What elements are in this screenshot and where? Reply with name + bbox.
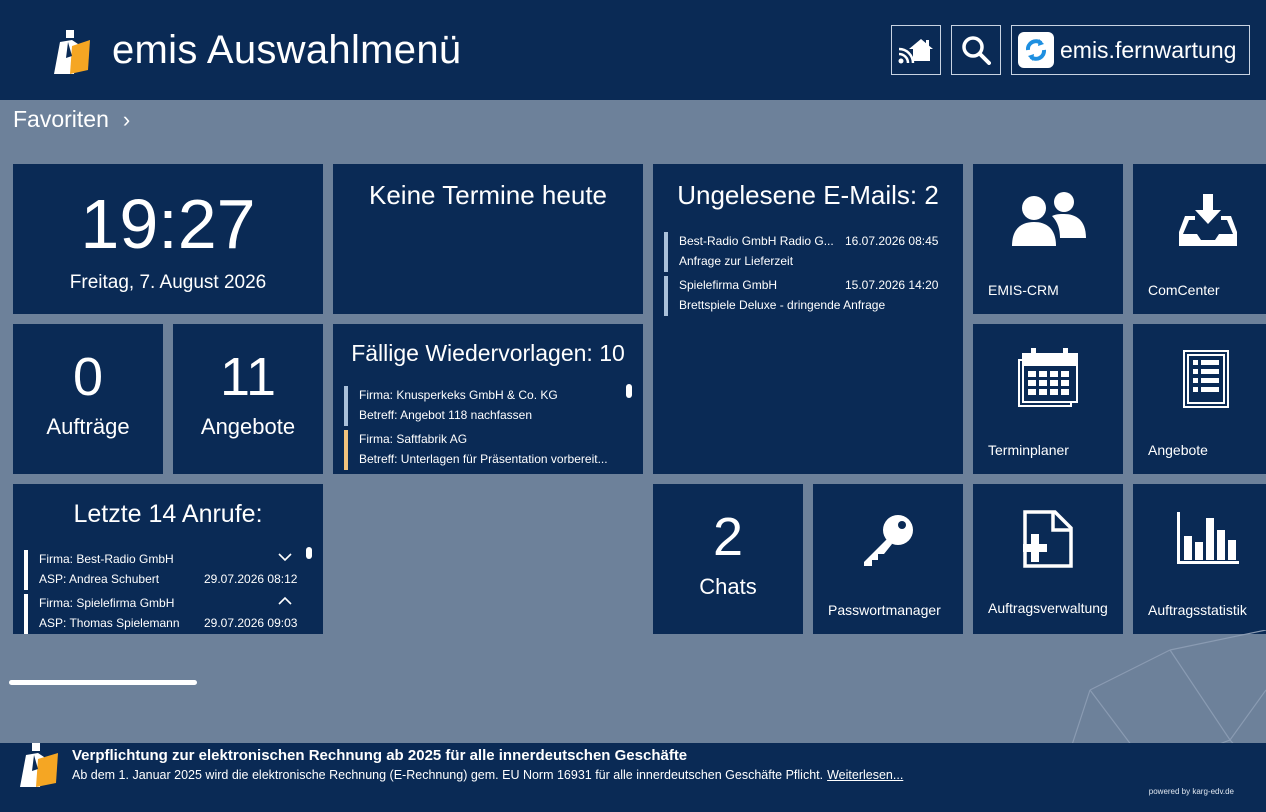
emis-logo-icon xyxy=(20,743,58,787)
app-tile-passwortmanager[interactable]: Passwortmanager xyxy=(813,484,963,634)
email-subject: Anfrage zur Lieferzeit xyxy=(679,254,794,268)
news-text: Ab dem 1. Januar 2025 wird die elektroni… xyxy=(72,768,903,782)
appointments-tile[interactable]: Keine Termine heute xyxy=(333,164,643,314)
remote-support-button[interactable]: emis.fernwartung xyxy=(1011,25,1250,75)
followup-item-marker xyxy=(344,386,348,426)
emis-logo-icon xyxy=(54,30,90,74)
app-tile-terminplaner[interactable]: Terminplaner xyxy=(973,324,1123,474)
call-company: Firma: Spielefirma GmbH xyxy=(39,596,175,610)
chats-tile[interactable]: 2 Chats xyxy=(653,484,803,634)
quotes-count: 11 xyxy=(219,347,277,407)
app-tile-label: ComCenter xyxy=(1148,282,1220,298)
app-tile-label: Angebote xyxy=(1148,442,1208,458)
call-item-marker xyxy=(24,594,28,634)
chevron-down-icon[interactable] xyxy=(278,552,292,562)
quotes-label: Angebote xyxy=(200,414,296,439)
call-item[interactable]: Firma: Best-Radio GmbH ASP: Andrea Schub… xyxy=(24,550,304,590)
remote-home-button[interactable] xyxy=(891,25,941,75)
emails-title: Ungelesene E-Mails: 2 xyxy=(677,180,939,210)
document-list-icon xyxy=(1183,350,1229,408)
bar-chart-icon xyxy=(1177,512,1239,564)
favorites-label: Favoriten xyxy=(13,106,109,132)
followup-item[interactable]: Firma: Knusperkeks GmbH & Co. KG Betreff… xyxy=(344,386,624,426)
clock-time: 19:27 xyxy=(80,185,256,263)
quotes-tile[interactable]: 11 Angebote xyxy=(173,324,323,474)
app-tile-label: Auftragsverwaltung xyxy=(988,600,1108,616)
horizontal-scrollbar[interactable] xyxy=(9,680,197,685)
emails-tile[interactable]: Ungelesene E-Mails: 2 Best-Radio GmbH Ra… xyxy=(653,164,963,474)
app-tile-comcenter[interactable]: ComCenter xyxy=(1133,164,1266,314)
appointments-title: Keine Termine heute xyxy=(368,180,607,210)
app-tile-label: Terminplaner xyxy=(988,442,1069,458)
remote-support-icon xyxy=(1018,32,1054,68)
clock-tile: 19:27 Freitag, 7. August 2026 xyxy=(13,164,323,314)
new-document-icon xyxy=(1023,510,1073,568)
followup-company: Firma: Saftfabrik AG xyxy=(359,432,468,446)
app-tile-auftragsstatistik[interactable]: Auftragsstatistik xyxy=(1133,484,1266,634)
app-tile-label: Auftragsstatistik xyxy=(1148,602,1247,618)
chevron-right-icon: › xyxy=(122,106,131,132)
call-contact: ASP: Thomas Spielemann xyxy=(39,616,180,630)
followup-company: Firma: Knusperkeks GmbH & Co. KG xyxy=(359,388,558,402)
app-tile-label: Passwortmanager xyxy=(828,602,941,618)
news-body: Ab dem 1. Januar 2025 wird die elektroni… xyxy=(72,768,824,782)
followup-item[interactable]: Firma: Saftfabrik AG Betreff: Unterlagen… xyxy=(344,430,624,470)
calendar-icon xyxy=(1018,348,1078,407)
news-title: Verpflichtung zur elektronischen Rechnun… xyxy=(72,747,688,764)
call-item[interactable]: Firma: Spielefirma GmbH ASP: Thomas Spie… xyxy=(24,594,304,634)
clock-date: Freitag, 7. August 2026 xyxy=(69,272,267,293)
email-item[interactable]: Best-Radio GmbH Radio G... 16.07.2026 08… xyxy=(664,232,954,272)
call-contact: ASP: Andrea Schubert xyxy=(39,572,160,586)
orders-label: Aufträge xyxy=(46,414,130,439)
top-bar: emis Auswahlmenü emis.fernwartung xyxy=(0,0,1266,100)
news-bar: Verpflichtung zur elektronischen Rechnun… xyxy=(0,743,1266,812)
call-date: 29.07.2026 09:03 xyxy=(204,616,298,630)
call-company: Firma: Best-Radio GmbH xyxy=(39,552,174,566)
scrollbar-thumb[interactable] xyxy=(626,384,632,398)
app-tile-auftragsverwaltung[interactable]: Auftragsverwaltung xyxy=(973,484,1123,634)
key-icon xyxy=(864,515,913,566)
call-item-marker xyxy=(24,550,28,590)
orders-count: 0 xyxy=(72,347,104,407)
followups-title: Fällige Wiedervorlagen: 10 xyxy=(351,340,625,366)
followup-subject: Betreff: Angebot 118 nachfassen xyxy=(359,408,533,422)
app-title: emis Auswahlmenü xyxy=(112,28,462,72)
orders-tile[interactable]: 0 Aufträge xyxy=(13,324,163,474)
followup-subject: Betreff: Unterlagen für Präsentation vor… xyxy=(359,452,608,466)
remote-home-icon xyxy=(898,39,933,64)
email-date: 16.07.2026 08:45 xyxy=(845,234,939,248)
email-item-marker xyxy=(664,276,668,316)
chats-count: 2 xyxy=(712,507,744,567)
followups-tile[interactable]: Fällige Wiedervorlagen: 10 Firma: Knuspe… xyxy=(333,324,643,474)
remote-support-label: emis.fernwartung xyxy=(1060,36,1237,63)
app-tile-angebote[interactable]: Angebote xyxy=(1133,324,1266,474)
users-icon xyxy=(1012,192,1086,246)
favorites-header[interactable]: Favoriten › xyxy=(13,106,130,133)
read-more-link[interactable]: Weiterlesen... xyxy=(827,768,903,782)
calls-tile[interactable]: Letzte 14 Anrufe: Firma: Best-Radio GmbH… xyxy=(13,484,323,634)
search-button[interactable] xyxy=(951,25,1001,75)
email-item[interactable]: Spielefirma GmbH 15.07.2026 14:20 Bretts… xyxy=(664,276,954,316)
app-tile-emis-crm[interactable]: EMIS-CRM xyxy=(973,164,1123,314)
email-from: Best-Radio GmbH Radio G... xyxy=(679,234,834,248)
powered-by: powered by karg-edv.de xyxy=(1148,787,1234,796)
calls-title: Letzte 14 Anrufe: xyxy=(73,500,263,528)
chevron-up-icon[interactable] xyxy=(278,596,292,606)
app-tile-label: EMIS-CRM xyxy=(988,282,1059,298)
followup-item-marker xyxy=(344,430,348,470)
inbox-download-icon xyxy=(1179,194,1237,246)
email-date: 15.07.2026 14:20 xyxy=(845,278,939,292)
email-from: Spielefirma GmbH xyxy=(679,278,778,292)
email-subject: Brettspiele Deluxe - dringende Anfrage xyxy=(679,298,886,312)
email-item-marker xyxy=(664,232,668,272)
scrollbar-thumb[interactable] xyxy=(306,547,312,559)
call-date: 29.07.2026 08:12 xyxy=(204,572,298,586)
chats-label: Chats xyxy=(699,574,757,599)
search-icon xyxy=(962,36,991,65)
